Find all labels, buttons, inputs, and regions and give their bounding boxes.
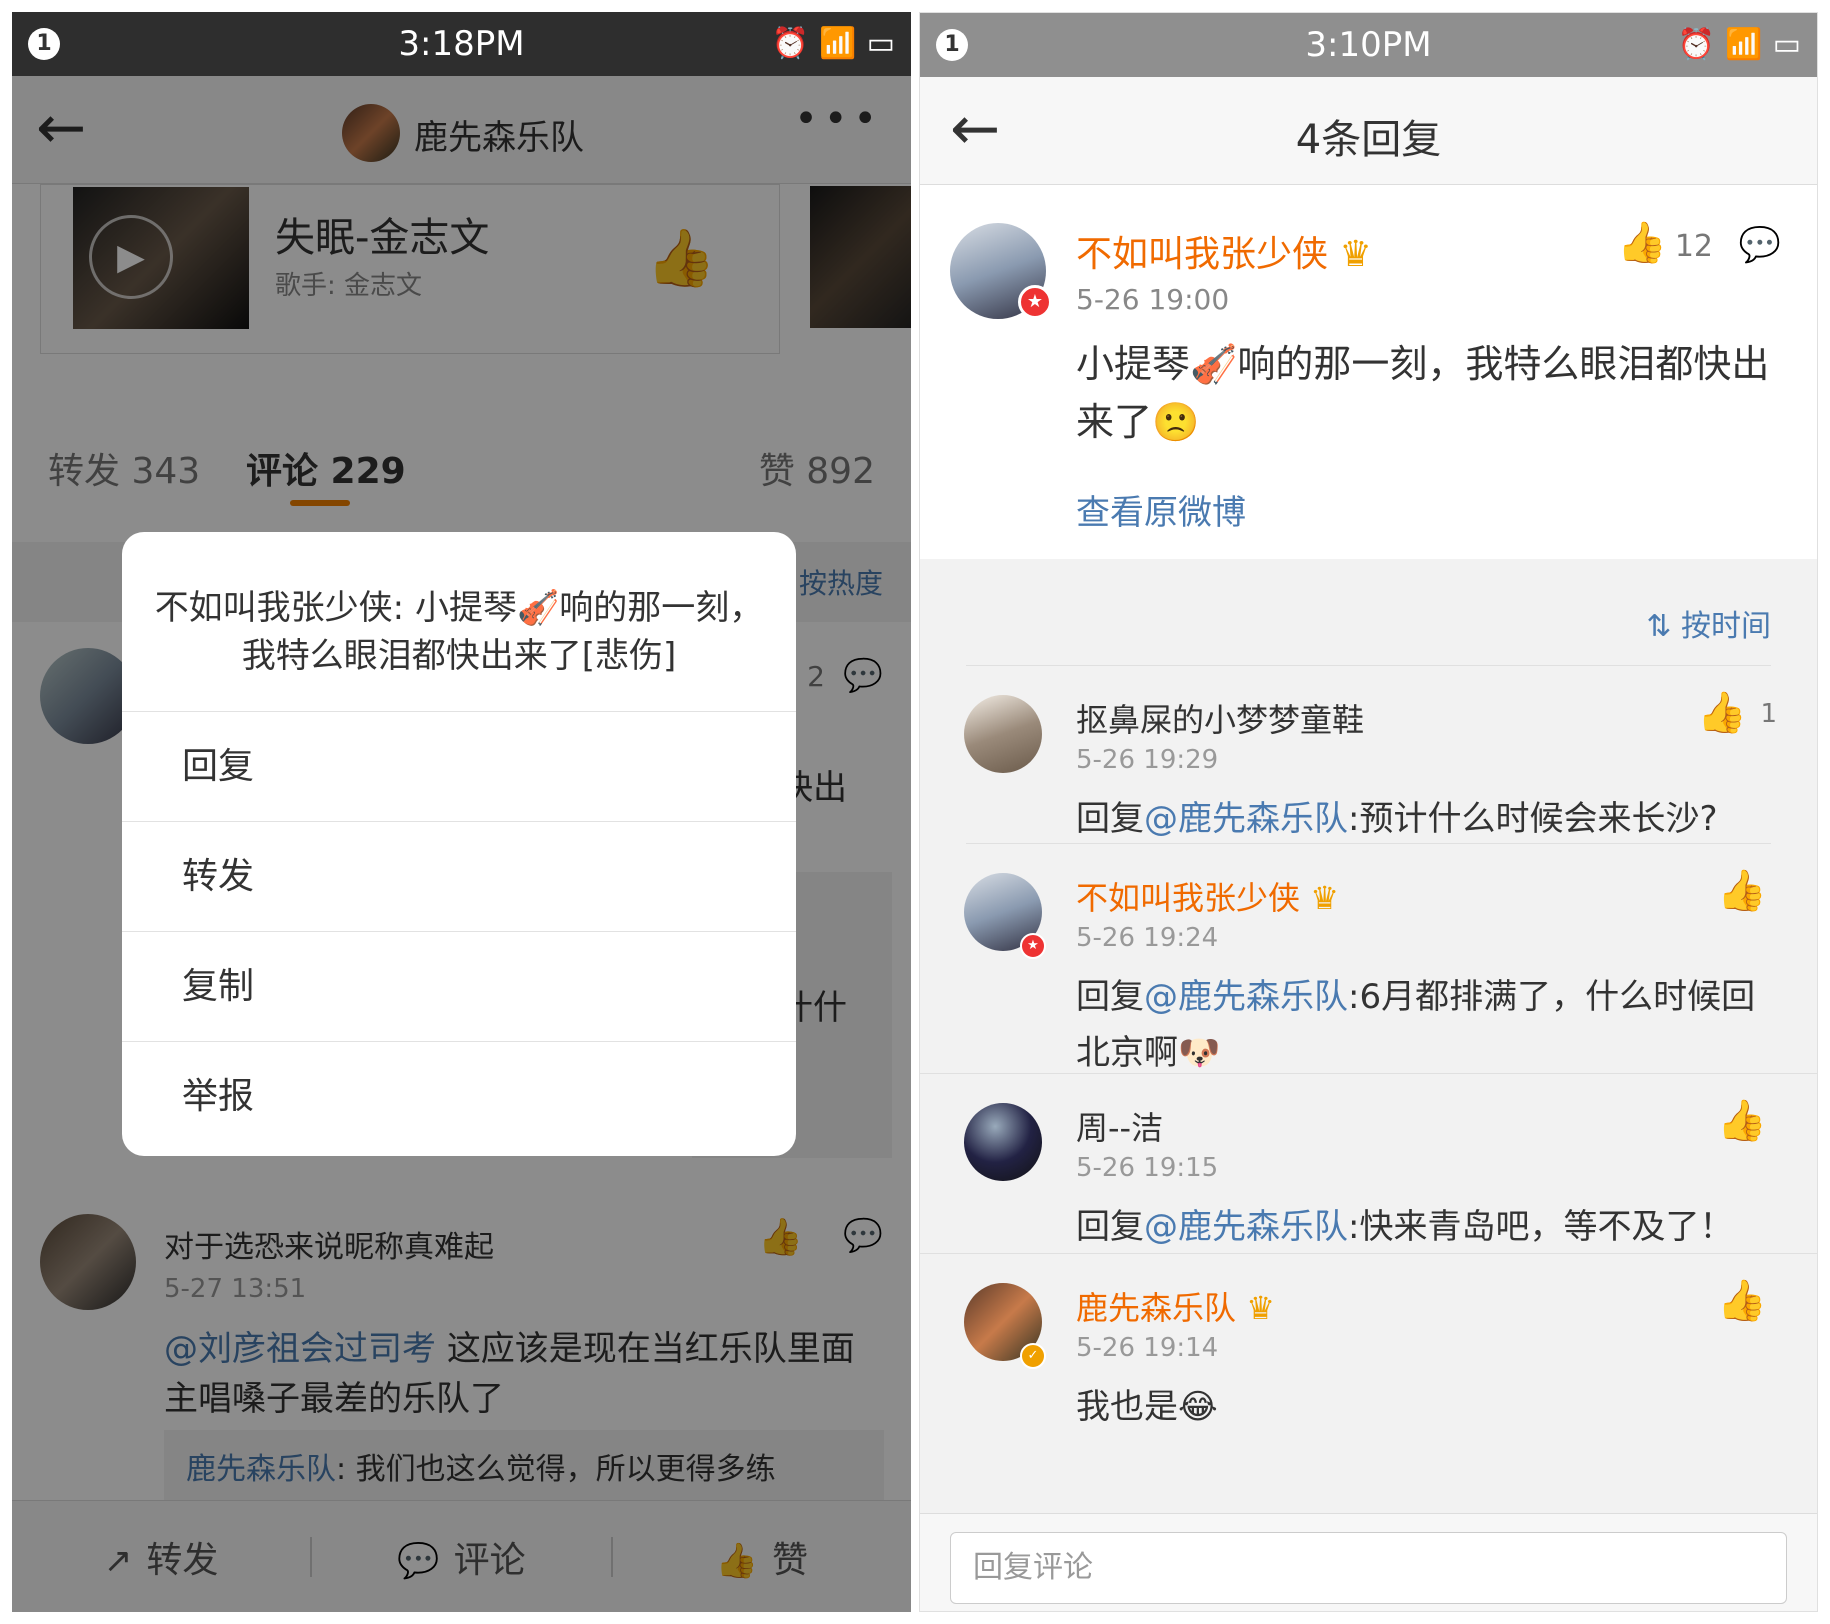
list-item: ✓ 鹿先森乐队 ♛ 5-26 19:14 👍 我也是😂	[920, 1253, 1817, 1515]
reply-time: 5-26 19:15	[1076, 1153, 1219, 1183]
wifi-icon: 📶	[819, 26, 857, 61]
dialog-copy-option[interactable]: 复制	[122, 932, 796, 1042]
thumbs-up-icon[interactable]: 👍	[1697, 689, 1747, 736]
reply-prefix: 回复	[1076, 799, 1144, 839]
divider	[966, 843, 1771, 844]
reply-prefix: 回复	[1076, 1207, 1144, 1247]
verified-badge-icon: ✓	[1020, 1343, 1046, 1369]
status-icons: ⏰ 📶 ▭	[772, 26, 895, 62]
status-bar: 1 3:18PM ⏰ 📶 ▭	[12, 12, 911, 76]
username-text: 不如叫我张少侠	[1076, 879, 1301, 917]
crown-icon: ♛	[1339, 234, 1372, 275]
avatar[interactable]	[964, 1103, 1042, 1181]
mention-link[interactable]: @鹿先森乐队	[1144, 799, 1348, 839]
top-nav: ← 4条回复	[920, 77, 1817, 185]
wifi-icon: 📶	[1725, 27, 1763, 62]
thumbs-up-icon[interactable]: 👍	[1617, 219, 1667, 266]
sort-icon: ⇅	[1646, 609, 1672, 644]
dialog-report-option[interactable]: 举报	[122, 1042, 796, 1152]
dialog-reply-option[interactable]: 回复	[122, 712, 796, 822]
action-dialog: 不如叫我张少侠: 小提琴🎻响的那一刻，我特么眼泪都快出来了[悲伤] 回复 转发 …	[122, 532, 796, 1156]
dialog-header: 不如叫我张少侠: 小提琴🎻响的那一刻，我特么眼泪都快出来了[悲伤]	[122, 532, 796, 712]
reply-text: 回复@鹿先森乐队:6月都排满了，什么时候回北京啊🐶	[1076, 969, 1776, 1081]
reply-text: 回复@鹿先森乐队:预计什么时候会来长沙?	[1076, 791, 1776, 847]
reply-time: 5-26 19:29	[1076, 745, 1219, 775]
reply-username[interactable]: 鹿先森乐队 ♛	[1076, 1283, 1275, 1329]
reply-body: :预计什么时候会来长沙?	[1348, 799, 1718, 839]
nav-title: 4条回复	[1295, 117, 1442, 163]
list-item: 抠鼻屎的小梦梦童鞋 5-26 19:29 👍 1 回复@鹿先森乐队:预计什么时候…	[920, 665, 1817, 843]
sort-bar: ⇅ 按时间	[920, 569, 1817, 665]
verified-badge-icon: ★	[1020, 933, 1046, 959]
mention-link[interactable]: @鹿先森乐队	[1144, 1207, 1348, 1247]
crown-icon: ♛	[1310, 879, 1339, 917]
list-item: ★ 不如叫我张少侠 ♛ 5-26 19:24 👍 回复@鹿先森乐队:6月都排满了…	[920, 843, 1817, 1073]
comment-icon[interactable]: 💬	[1739, 225, 1781, 265]
reply-time: 5-26 19:14	[1076, 1333, 1219, 1363]
username-text: 鹿先森乐队	[1076, 1289, 1237, 1327]
status-bar: 1 3:10PM ⏰ 📶 ▭	[920, 13, 1817, 77]
like-count: 12	[1674, 229, 1713, 264]
comment-username[interactable]: 不如叫我张少侠 ♛	[1076, 225, 1372, 277]
username-text: 不如叫我张少侠	[1076, 234, 1329, 275]
thumbs-up-icon[interactable]: 👍	[1717, 1097, 1767, 1144]
alarm-icon: ⏰	[1677, 27, 1716, 62]
sort-label: 按时间	[1681, 609, 1771, 644]
divider	[920, 1073, 1817, 1074]
like-count: 1	[1760, 699, 1777, 729]
verified-badge-icon: ★	[1018, 285, 1052, 319]
battery-icon: ▭	[866, 26, 895, 61]
left-screen: 1 3:18PM ⏰ 📶 ▭ ← 鹿先森乐队 ••• ▶ 失眠-金志文 歌手: …	[12, 12, 911, 1612]
battery-icon: ▭	[1772, 27, 1801, 62]
avatar[interactable]	[964, 695, 1042, 773]
thumbs-up-icon[interactable]: 👍	[1717, 1277, 1767, 1324]
reply-text: 我也是😂	[1076, 1387, 1218, 1427]
original-comment: ★ 不如叫我张少侠 ♛ 5-26 19:00 👍 12 💬 小提琴🎻响的那一刻，…	[920, 185, 1817, 559]
reply-prefix: 回复	[1076, 977, 1144, 1017]
list-item: 周--洁 5-26 19:15 👍 回复@鹿先森乐队:快来青岛吧，等不及了！	[920, 1073, 1817, 1253]
reply-username[interactable]: 抠鼻屎的小梦梦童鞋	[1076, 695, 1364, 741]
reply-list: 抠鼻屎的小梦梦童鞋 5-26 19:29 👍 1 回复@鹿先森乐队:预计什么时候…	[920, 665, 1817, 1515]
dialog-repost-option[interactable]: 转发	[122, 822, 796, 932]
reply-username[interactable]: 周--洁	[1076, 1103, 1163, 1149]
status-icons: ⏰ 📶 ▭	[1678, 27, 1801, 63]
reply-input[interactable]: 回复评论	[950, 1532, 1787, 1604]
divider	[920, 1253, 1817, 1254]
comment-text: 小提琴🎻响的那一刻，我特么眼泪都快出来了🙁	[1076, 342, 1770, 444]
reply-time: 5-26 19:24	[1076, 923, 1219, 953]
reply-body: :快来青岛吧，等不及了！	[1348, 1207, 1734, 1247]
crown-icon: ♛	[1246, 1289, 1275, 1327]
alarm-icon: ⏰	[771, 26, 810, 61]
reply-text: 回复@鹿先森乐队:快来青岛吧，等不及了！	[1076, 1199, 1776, 1255]
reply-input-bar: 回复评论	[920, 1513, 1817, 1611]
right-screen: 1 3:10PM ⏰ 📶 ▭ ← 4条回复 ★ 不如叫我张少侠 ♛ 5-26 1…	[919, 12, 1818, 1612]
divider	[966, 665, 1771, 666]
comment-time: 5-26 19:00	[1076, 283, 1230, 316]
reply-username[interactable]: 不如叫我张少侠 ♛	[1076, 873, 1339, 919]
sort-time-button[interactable]: ⇅ 按时间	[1646, 601, 1771, 645]
mention-link[interactable]: @鹿先森乐队	[1144, 977, 1348, 1017]
thumbs-up-icon[interactable]: 👍	[1717, 867, 1767, 914]
view-original-link[interactable]: 查看原微博	[1076, 485, 1246, 534]
